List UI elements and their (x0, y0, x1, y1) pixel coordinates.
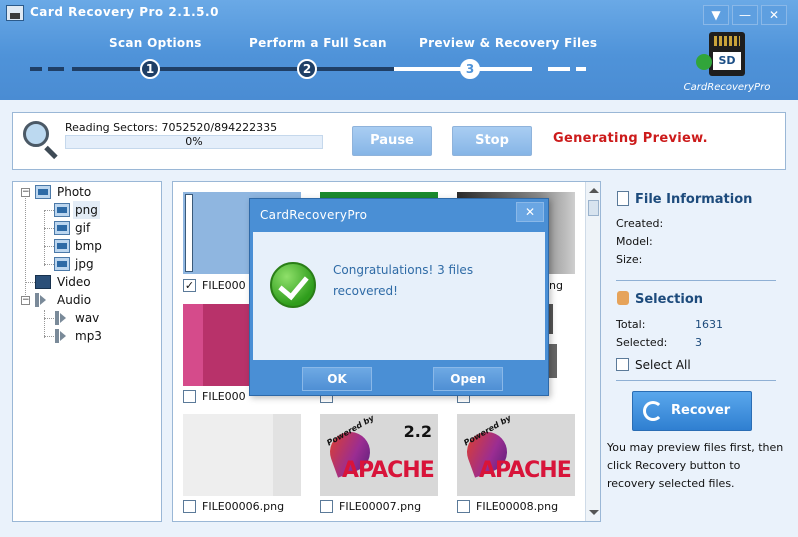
sd-card-text: SD (713, 52, 741, 70)
bmp-folder-icon (54, 239, 70, 253)
app-icon (6, 5, 24, 21)
title-header: Card Recovery Pro 2.1.5.0 ▼ — ✕ Scan Opt… (0, 0, 798, 100)
step-track-dash (48, 67, 64, 71)
mp3-speaker-icon (55, 329, 71, 343)
step-track-dash (576, 67, 586, 71)
scroll-up-icon[interactable] (589, 188, 599, 193)
reading-sectors-label: Reading Sectors: 7052520/894222335 (65, 121, 278, 134)
step-circle-1: 1 (140, 59, 160, 79)
selection-title: Selection (635, 292, 704, 307)
stop-button[interactable]: Stop (452, 126, 532, 156)
pause-button[interactable]: Pause (352, 126, 432, 156)
recover-arrow-icon (696, 54, 712, 70)
refresh-icon (643, 401, 663, 421)
file-checkbox-checked[interactable]: ✓ (183, 278, 196, 292)
size-label: Size: (616, 253, 643, 266)
file-caption: ng (549, 279, 563, 292)
scan-progress-bar: 0% (65, 135, 323, 149)
ok-button[interactable]: OK (302, 367, 372, 391)
file-caption[interactable]: FILE00007.png (320, 499, 421, 515)
file-checkbox[interactable] (183, 389, 196, 403)
file-information-title: File Information (635, 192, 753, 207)
step-track-dash (548, 67, 570, 71)
open-button[interactable]: Open (433, 367, 503, 391)
file-type-tree: − Photo png gif bmp jpg Video − Audio wa… (12, 181, 162, 522)
recovery-complete-dialog: CardRecoveryPro ✕ Congratulations! 3 fil… (249, 198, 549, 396)
generating-preview-status: Generating Preview. (553, 131, 708, 146)
file-checkbox[interactable] (320, 499, 333, 513)
total-label: Total: (616, 318, 646, 331)
scroll-thumb[interactable] (588, 200, 599, 216)
selected-value: 3 (695, 336, 702, 349)
total-value: 1631 (695, 318, 723, 331)
apache-word: APACHE (479, 458, 572, 483)
apache-thumbnail[interactable]: Powered by APACHE (457, 413, 575, 496)
select-all-row[interactable]: Select All (616, 358, 691, 372)
recover-instructions: You may preview files first, then click … (607, 441, 784, 490)
sd-card-icon: SD (709, 32, 745, 76)
progress-percent: 0% (185, 135, 203, 148)
file-checkbox[interactable] (183, 499, 196, 513)
card-recovery-logo: SD CardRecoveryPro (682, 30, 772, 96)
collapse-audio-toggle[interactable]: − (21, 296, 30, 305)
scroll-down-icon[interactable] (589, 510, 599, 515)
file-caption[interactable]: FILE00008.png (457, 499, 558, 515)
dropdown-button[interactable]: ▼ (703, 5, 729, 25)
step-label-full-scan: Perform a Full Scan (249, 36, 387, 50)
model-label: Model: (616, 235, 653, 248)
file-info-icon (617, 191, 629, 206)
info-divider (616, 380, 776, 381)
recover-button[interactable]: Recover (632, 391, 752, 431)
magnifier-icon (21, 119, 61, 160)
gif-folder-icon (54, 221, 70, 235)
png-folder-icon (54, 203, 70, 217)
file-caption[interactable]: ✓ FILE000 (183, 278, 246, 294)
file-caption[interactable]: FILE00006.png (183, 499, 284, 515)
dialog-close-button[interactable]: ✕ (516, 202, 544, 222)
minimize-button[interactable]: — (732, 5, 758, 25)
apache-thumbnail[interactable]: Powered by 2.2 APACHE (320, 413, 438, 496)
hand-pointer-icon (617, 291, 629, 305)
audio-speaker-icon (35, 293, 51, 307)
created-label: Created: (616, 217, 664, 230)
jpg-folder-icon (54, 257, 70, 271)
window-title: Card Recovery Pro 2.1.5.0 (30, 5, 219, 19)
apache-version-text: 2.2 (403, 422, 432, 441)
info-divider (616, 280, 776, 281)
close-button[interactable]: ✕ (761, 5, 787, 25)
collapse-photo-toggle[interactable]: − (21, 188, 30, 197)
dialog-title: CardRecoveryPro (260, 208, 368, 222)
step-label-scan-options: Scan Options (109, 36, 202, 50)
success-check-icon (270, 262, 316, 308)
info-panel: File Information Created: Model: Size: S… (605, 181, 791, 522)
wav-speaker-icon (55, 311, 71, 325)
dialog-message: Congratulations! 3 files recovered! (333, 263, 474, 298)
file-caption[interactable]: FILE000 (183, 389, 246, 405)
video-film-icon (35, 275, 51, 289)
recover-label: Recover (671, 403, 731, 418)
step-track-dash (30, 67, 42, 71)
file-thumbnail[interactable] (183, 414, 301, 496)
step-circle-2: 2 (297, 59, 317, 79)
step-label-preview-recovery: Preview & Recovery Files (419, 36, 598, 50)
selected-label: Selected: (616, 336, 668, 349)
step-track-done (72, 67, 394, 71)
scan-progress-panel: Reading Sectors: 7052520/894222335 0% Pa… (12, 112, 786, 170)
select-all-checkbox[interactable] (616, 358, 629, 371)
file-checkbox[interactable] (457, 499, 470, 513)
logo-caption: CardRecoveryPro (683, 82, 771, 93)
grid-scrollbar[interactable] (585, 182, 600, 521)
photo-folder-icon (35, 185, 51, 199)
dialog-body: Congratulations! 3 files recovered! (253, 232, 545, 360)
apache-word: APACHE (342, 458, 435, 483)
step-circle-3: 3 (460, 59, 480, 79)
